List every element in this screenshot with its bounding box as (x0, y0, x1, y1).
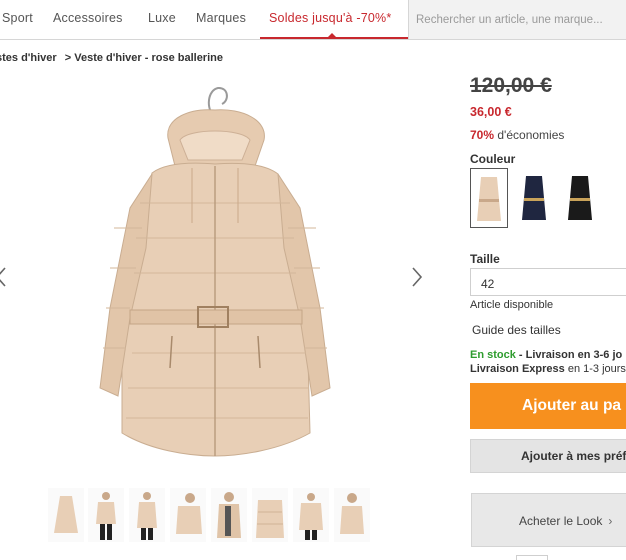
search-box (408, 0, 626, 39)
thumbnail[interactable] (252, 488, 288, 542)
breadcrumb-parent[interactable]: stes d'hiver (0, 52, 57, 64)
next-image-button[interactable] (409, 266, 425, 288)
savings-text: 70% d'économies (470, 128, 564, 142)
availability-text: Article disponible (470, 299, 554, 311)
in-stock-label: En stock (470, 349, 516, 361)
delivery-standard: - Livraison en 3-6 jo (515, 349, 623, 361)
color-swatch-black[interactable] (562, 168, 600, 228)
buy-the-look-button[interactable]: Acheter le Look › (471, 493, 626, 547)
thumbnail[interactable] (334, 488, 370, 542)
breadcrumb: stes d'hiver > Veste d'hiver - rose ball… (0, 52, 223, 64)
size-guide-link[interactable]: Guide des tailles (472, 323, 561, 337)
buy-the-look-label: Acheter le Look (519, 514, 603, 528)
stock-status: En stock - Livraison en 3-6 jo (470, 349, 622, 361)
sale-price: 36,00 € (470, 105, 512, 119)
search-input[interactable] (409, 0, 626, 39)
savings-percent: 70% (470, 128, 495, 142)
thumbnail[interactable] (211, 488, 247, 542)
color-swatch-rose[interactable] (470, 168, 508, 228)
chevron-right-icon: › (608, 514, 613, 528)
thumbnail[interactable] (170, 488, 206, 542)
quantity-box[interactable] (516, 555, 548, 560)
top-navigation: Sport Accessoires Luxe Marques Soldes ju… (0, 0, 626, 40)
breadcrumb-current: > Veste d'hiver - rose ballerine (64, 52, 223, 64)
jacket-illustration (99, 86, 331, 457)
thumbnail[interactable] (293, 488, 329, 542)
previous-image-button[interactable] (0, 266, 10, 288)
active-tab-underline (260, 37, 410, 39)
original-price: 120,00 € (470, 74, 552, 97)
nav-item-luxe[interactable]: Luxe (148, 11, 176, 25)
product-main-image[interactable] (70, 78, 360, 473)
delivery-express-label: Livraison Express (470, 363, 565, 375)
active-tab-caret (328, 33, 336, 37)
delivery-express-line: Livraison Express en 1-3 jours (470, 363, 626, 375)
color-label: Couleur (470, 152, 516, 166)
nav-item-soldes[interactable]: Soldes jusqu'à -70%* (269, 11, 391, 25)
nav-item-accessoires[interactable]: Accessoires (53, 11, 123, 25)
delivery-express-time: en 1-3 jours (564, 363, 626, 375)
chevron-right-icon (412, 267, 423, 287)
chevron-left-icon (0, 267, 6, 287)
size-label: Taille (470, 252, 500, 266)
color-swatch-navy[interactable] (516, 168, 554, 228)
size-select[interactable]: 42 (470, 268, 626, 296)
thumbnail[interactable] (88, 488, 124, 542)
add-to-cart-button[interactable]: Ajouter au pa (470, 383, 626, 429)
nav-item-sport[interactable]: Sport (2, 11, 33, 25)
add-to-wishlist-button[interactable]: Ajouter à mes préf (470, 439, 626, 473)
thumbnail[interactable] (48, 488, 84, 542)
nav-item-marques[interactable]: Marques (196, 11, 246, 25)
thumbnail[interactable] (129, 488, 165, 542)
savings-label: d'économies (497, 128, 565, 142)
